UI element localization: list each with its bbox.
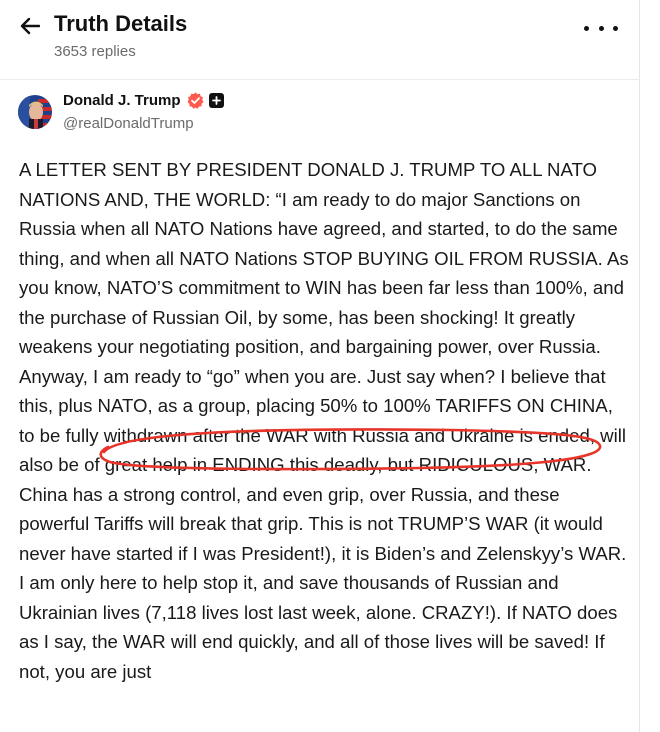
- post-author: Donald J. Trump @realDonaldTrump: [18, 92, 618, 138]
- author-name-text: Donald J. Trump: [63, 92, 181, 109]
- more-horizontal-icon[interactable]: [584, 18, 618, 38]
- plus-badge-icon: [208, 93, 224, 108]
- avatar[interactable]: [18, 95, 52, 129]
- arrow-left-icon[interactable]: [16, 12, 44, 40]
- column-border: [639, 0, 640, 732]
- author-handle[interactable]: @realDonaldTrump: [63, 115, 194, 132]
- reply-count: 3653 replies: [54, 43, 136, 60]
- author-name[interactable]: Donald J. Trump: [63, 92, 224, 109]
- verified-badge-icon: [187, 92, 204, 109]
- page-header: Truth Details 3653 replies: [0, 0, 640, 80]
- post-body: A LETTER SENT BY PRESIDENT DONALD J. TRU…: [19, 159, 629, 682]
- header-divider: [0, 79, 640, 80]
- page-title: Truth Details: [54, 11, 188, 36]
